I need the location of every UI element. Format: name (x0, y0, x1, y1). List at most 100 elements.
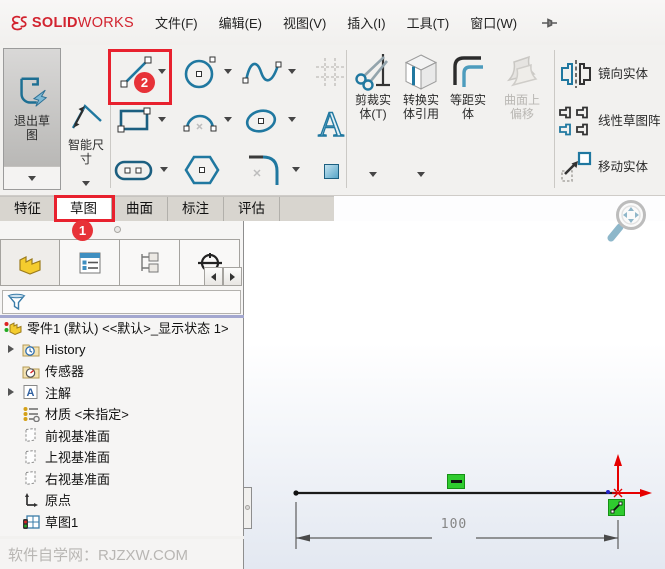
panel-header-dot (114, 226, 121, 233)
horizontal-constraint-badge[interactable] (447, 474, 465, 489)
slot-tool-dropdown[interactable] (160, 167, 168, 172)
configuration-manager-icon (140, 252, 158, 272)
tab-evaluate[interactable]: 评估 (224, 197, 280, 221)
convert-entities-button[interactable]: 转换实体引用 (398, 52, 444, 122)
smart-dimension-icon (71, 104, 102, 129)
dimension-value[interactable]: 100 (432, 517, 476, 532)
coincident-constraint-badge[interactable] (608, 499, 625, 516)
menu-edit[interactable]: 编辑(E) (219, 13, 262, 32)
spline-tool-icon (242, 61, 282, 84)
tree-item-sketch1[interactable]: 草图1 (0, 511, 243, 533)
sketch-grid-button (312, 54, 348, 95)
panel-scroll-left-button[interactable] (204, 267, 223, 286)
exit-sketch-icon (20, 77, 48, 107)
tree-item-origin[interactable]: 原点 (0, 489, 243, 511)
sketch-point[interactable] (606, 490, 610, 494)
tab-annotations[interactable]: 标注 (168, 197, 224, 221)
tree-item-front-plane[interactable]: 前视基准面 (0, 425, 243, 447)
trim-entities-button[interactable]: 剪裁实体(T) (350, 52, 396, 122)
mirror-entities-button[interactable]: 镜向实体 (560, 59, 648, 89)
ellipse-tool-icon (245, 109, 277, 133)
annotation-badge-2: 2 (134, 72, 155, 93)
tree-item-top-plane[interactable]: 上视基准面 (0, 446, 243, 468)
ellipse-tool-button[interactable] (240, 100, 284, 145)
fillet-tool-button[interactable] (244, 148, 288, 195)
tree-item-history[interactable]: History (0, 339, 243, 361)
line-endpoint[interactable] (293, 490, 299, 496)
sketch-icon (23, 515, 40, 529)
text-tool-icon: A (317, 103, 344, 144)
solidworks-logo: SOLIDWORKS (10, 12, 134, 34)
arc-tool-button[interactable] (180, 100, 220, 145)
featuremanager-tree-tab[interactable] (0, 239, 60, 286)
part-tree-icon (19, 255, 41, 275)
rectangle-tool-button[interactable] (114, 100, 154, 145)
menu-view[interactable]: 视图(V) (283, 13, 326, 32)
offset-entities-icon (453, 56, 483, 87)
polygon-tool-icon (184, 155, 220, 185)
sensors-icon (22, 366, 40, 379)
commandmanager-tabs: 特征 草图 曲面 标注 评估 (0, 196, 334, 221)
annotations-icon: A (23, 385, 38, 400)
ribbon: 退出草图 智能尺寸 A 剪裁实体(T) 转换实体引用 等距实体 曲面上偏移 镜向… (0, 45, 665, 196)
tree-filter-field[interactable] (2, 290, 241, 314)
menu-file[interactable]: 文件(F) (155, 13, 198, 32)
tab-features[interactable]: 特征 (0, 197, 56, 221)
move-entities-icon (561, 151, 592, 182)
surface-offset-icon (506, 55, 538, 87)
circle-tool-button[interactable] (180, 52, 220, 97)
menu-tools[interactable]: 工具(T) (407, 13, 450, 32)
offset-entities-button[interactable]: 等距实体 (445, 52, 491, 122)
ellipse-tool-dropdown[interactable] (288, 117, 296, 122)
property-manager-tab[interactable] (60, 239, 120, 286)
feature-tree: 零件1 (默认) <<默认>_显示状态 1> History 传感器 A 注解 … (0, 317, 243, 532)
convert-entities-icon (404, 54, 438, 90)
plane-icon (25, 428, 36, 443)
coincident-glyph-icon (610, 501, 623, 514)
panel-scroll-right-button[interactable] (223, 267, 242, 286)
tab-sketch[interactable]: 草图 (56, 197, 112, 221)
configuration-manager-tab[interactable] (120, 239, 180, 286)
tree-item-annotations[interactable]: A 注解 (0, 382, 243, 404)
tree-item-sensors[interactable]: 传感器 (0, 360, 243, 382)
scroll-right-icon (230, 272, 235, 281)
text-tool-button[interactable]: A (312, 102, 350, 149)
circle-tool-icon (184, 56, 216, 89)
logo-text: SOLIDWORKS (31, 14, 134, 31)
move-entities-button[interactable]: 移动实体 (560, 151, 648, 183)
expand-arrow-icon[interactable] (8, 345, 14, 354)
exit-sketch-dropdown[interactable] (28, 175, 36, 181)
convert-entities-dropdown[interactable] (417, 172, 425, 177)
exit-sketch-button[interactable]: 退出草图 (3, 48, 61, 190)
menu-window[interactable]: 窗口(W) (470, 13, 517, 32)
slot-tool-button[interactable] (112, 150, 156, 195)
tree-item-material[interactable]: 材质 <未指定> (0, 403, 243, 425)
smart-dimension-dropdown[interactable] (82, 180, 90, 186)
polygon-tool-button[interactable] (182, 150, 222, 195)
feature-manager-panel: 零件1 (默认) <<默认>_显示状态 1> History 传感器 A 注解 … (0, 221, 244, 536)
rectangle-tool-dropdown[interactable] (158, 117, 166, 122)
pin-menu-icon[interactable] (541, 16, 559, 30)
tree-item-part-root[interactable]: 零件1 (默认) <<默认>_显示状态 1> (0, 317, 243, 339)
spline-tool-button[interactable] (240, 54, 284, 99)
part-icon (4, 322, 22, 336)
menu-insert[interactable]: 插入(I) (347, 13, 385, 32)
plane-tool-button[interactable] (324, 164, 339, 179)
expand-arrow-icon[interactable] (8, 388, 14, 397)
rollback-bar[interactable] (0, 315, 244, 318)
linear-pattern-icon (559, 106, 588, 136)
watermark-text: 软件自学网：RJZXW.COM (8, 546, 188, 564)
circle-tool-dropdown[interactable] (224, 69, 232, 74)
trim-entities-dropdown[interactable] (369, 172, 377, 177)
line-tool-dropdown[interactable] (158, 69, 166, 74)
origin-triad[interactable] (612, 454, 652, 498)
tree-item-right-plane[interactable]: 右视基准面 (0, 468, 243, 490)
tab-surfaces[interactable]: 曲面 (112, 197, 168, 221)
arc-tool-dropdown[interactable] (224, 117, 232, 122)
plane-icon (25, 449, 36, 464)
scroll-left-icon (211, 272, 216, 281)
fillet-tool-dropdown[interactable] (292, 167, 300, 172)
spline-tool-dropdown[interactable] (288, 69, 296, 74)
linear-pattern-button[interactable]: 线性草图阵 (558, 105, 661, 137)
plane-icon (25, 471, 36, 486)
